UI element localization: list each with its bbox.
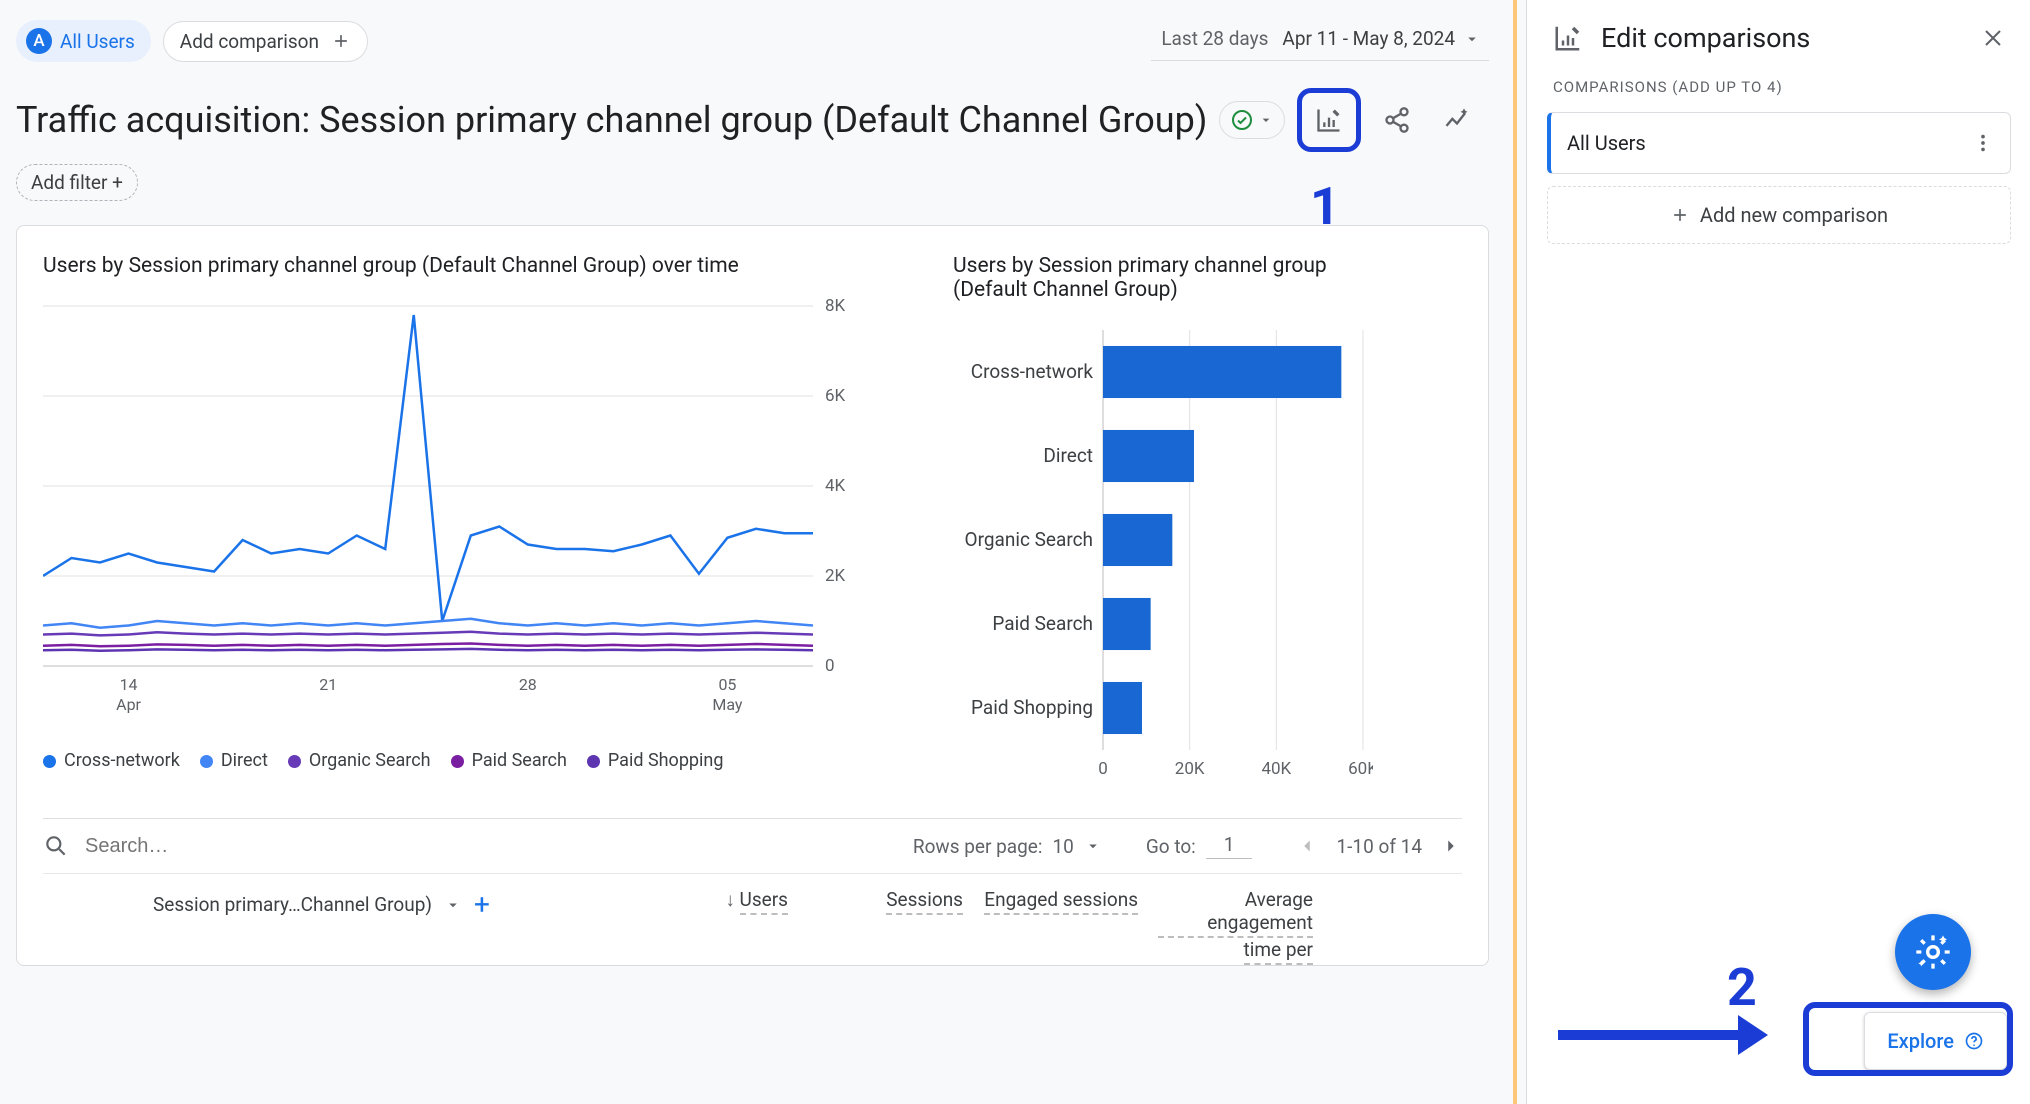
panel-divider <box>1513 0 1517 1104</box>
legend-item[interactable]: Organic Search <box>288 750 431 771</box>
svg-text:Direct: Direct <box>1043 444 1093 467</box>
legend-item[interactable]: Cross-network <box>43 750 180 771</box>
main-card: Users by Session primary channel group (… <box>16 225 1489 966</box>
svg-text:40K: 40K <box>1261 759 1291 779</box>
bar-chart: 0 20K 40K 60K Cross-network Direct Organic Sea… <box>953 320 1373 790</box>
page-title: Traffic acquisition: Session primary cha… <box>16 99 1207 141</box>
svg-text:8K: 8K <box>825 296 846 316</box>
svg-text:28: 28 <box>519 675 537 694</box>
page-range: 1-10 of 14 <box>1336 835 1422 858</box>
top-bar: A All Users Add comparison Last 28 days … <box>16 20 1489 62</box>
svg-text:Paid Search: Paid Search <box>992 612 1093 635</box>
comparison-item-label: All Users <box>1567 131 1972 155</box>
close-icon[interactable] <box>1981 26 2005 50</box>
add-comparison-chip[interactable]: Add comparison <box>163 21 368 62</box>
table-header: Session primary…Channel Group) + ↓ Users… <box>43 874 1462 965</box>
side-panel-title: Edit comparisons <box>1601 22 1963 54</box>
svg-text:Apr: Apr <box>116 695 141 714</box>
svg-text:0: 0 <box>1098 759 1108 779</box>
search-icon <box>43 833 69 859</box>
all-users-chip[interactable]: A All Users <box>16 20 151 62</box>
comparison-item[interactable]: All Users <box>1547 112 2011 174</box>
page-next-button[interactable] <box>1440 835 1462 857</box>
sparkle-trend-icon <box>1443 106 1471 134</box>
more-vert-icon[interactable] <box>1972 132 1994 154</box>
svg-text:0: 0 <box>825 656 835 676</box>
chevron-down-icon <box>444 896 462 914</box>
gear-sparkle-icon <box>1913 932 1953 972</box>
all-users-avatar: A <box>26 28 52 54</box>
date-range-picker[interactable]: Last 28 days Apr 11 - May 8, 2024 <box>1151 21 1489 61</box>
check-circle-icon <box>1230 108 1254 132</box>
svg-text:21: 21 <box>319 675 337 694</box>
metric-header[interactable]: Engaged sessions <box>973 888 1148 965</box>
metric-header[interactable]: ↓ Users <box>623 888 798 965</box>
table-search-input[interactable] <box>83 834 333 859</box>
title-row: Traffic acquisition: Session primary cha… <box>16 88 1489 152</box>
rows-per-page-label: Rows per page: <box>913 835 1043 858</box>
svg-text:May: May <box>712 695 743 714</box>
svg-text:6K: 6K <box>825 386 846 406</box>
annotation-1: 1 <box>1310 176 1340 237</box>
chevron-down-icon <box>1258 112 1274 128</box>
annotation-highlight-1 <box>1297 88 1361 152</box>
share-button[interactable] <box>1373 96 1421 144</box>
add-filter-label: Add filter + <box>31 171 123 194</box>
svg-text:2K: 2K <box>825 566 846 586</box>
plus-icon <box>1670 205 1690 225</box>
metric-header[interactable]: Average engagementtime per <box>1148 888 1323 965</box>
line-chart: 0 2K 4K 6K 8K 14Apr 21 28 05May <box>43 296 873 726</box>
svg-text:14: 14 <box>120 675 138 694</box>
chart-legend: Cross-network Direct Organic Search Paid Se… <box>43 750 913 771</box>
bar-chart-title: Users by Session primary channel group (… <box>953 254 1383 302</box>
legend-item[interactable]: Paid Shopping <box>587 750 724 771</box>
annotation-2: 2 <box>1727 957 1757 1018</box>
goto-label: Go to: <box>1146 835 1196 858</box>
line-chart-panel: Users by Session primary channel group (… <box>43 254 913 794</box>
svg-text:05: 05 <box>718 675 736 694</box>
data-quality-status[interactable] <box>1219 101 1285 139</box>
insights-button[interactable] <box>1433 96 1481 144</box>
settings-fab[interactable] <box>1895 914 1971 990</box>
svg-text:20K: 20K <box>1175 759 1205 779</box>
line-chart-title: Users by Session primary channel group (… <box>43 254 913 278</box>
date-range-prefix: Last 28 days <box>1161 27 1268 50</box>
chevron-down-icon <box>1463 30 1481 48</box>
edit-comparisons-panel: Edit comparisons COMPARISONS (ADD UP TO … <box>1526 0 2030 1104</box>
legend-item[interactable]: Direct <box>200 750 268 771</box>
all-users-label: All Users <box>60 30 135 53</box>
legend-item[interactable]: Paid Search <box>451 750 567 771</box>
page-prev-button[interactable] <box>1296 835 1318 857</box>
chart-edit-icon <box>1315 106 1343 134</box>
metric-header[interactable]: Sessions <box>798 888 973 965</box>
chart-edit-icon <box>1553 23 1583 53</box>
bar-chart-panel: Users by Session primary channel group (… <box>953 254 1383 794</box>
add-new-comparison-button[interactable]: Add new comparison <box>1547 186 2011 244</box>
svg-text:Cross-network: Cross-network <box>971 360 1094 383</box>
add-dimension-button[interactable]: + <box>474 888 490 921</box>
add-new-comparison-label: Add new comparison <box>1700 203 1888 227</box>
chevron-down-icon <box>1084 837 1102 855</box>
date-range-value: Apr 11 - May 8, 2024 <box>1282 27 1455 50</box>
svg-text:Organic Search: Organic Search <box>965 528 1093 551</box>
svg-text:60K: 60K <box>1348 759 1373 779</box>
dimension-header[interactable]: Session primary…Channel Group) <box>153 893 432 916</box>
goto-value[interactable]: 1 <box>1206 833 1253 859</box>
comparisons-subtitle: COMPARISONS (ADD UP TO 4) <box>1527 78 2030 96</box>
add-filter-button[interactable]: Add filter + <box>16 164 138 201</box>
annotation-highlight-2 <box>1803 1002 2013 1076</box>
share-icon <box>1383 106 1411 134</box>
plus-icon <box>331 31 351 51</box>
edit-comparisons-button[interactable] <box>1305 96 1353 144</box>
svg-text:Paid Shopping: Paid Shopping <box>971 696 1093 719</box>
add-comparison-label: Add comparison <box>180 30 319 53</box>
svg-text:4K: 4K <box>825 476 846 496</box>
table-toolbar: Rows per page: 10 Go to: 1 1-10 of 14 <box>43 819 1462 874</box>
rows-per-page-value[interactable]: 10 <box>1052 835 1073 858</box>
